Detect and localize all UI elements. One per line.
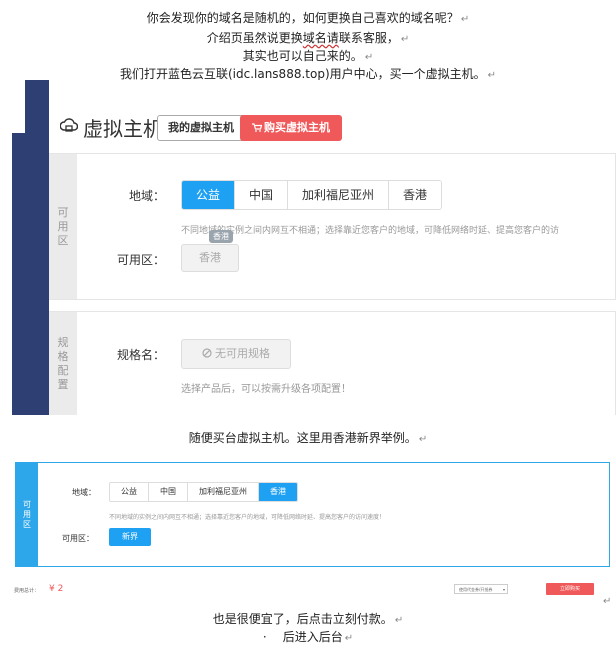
spec-hint: 选择产品后，可以按需升级各项配置！ [181, 384, 351, 395]
caption-1: 随便买台虚拟主机。这里用香港新界举例。 ↵ [188, 431, 428, 445]
region-option[interactable]: 中国 [234, 181, 288, 209]
region-hint: 不同地域的实例之间内网互不相通；选择靠近您客户的地域，可降低网络时延、提高您客户… [109, 514, 386, 521]
paragraph-line-1: 你会发现你的域名是随机的，如何更换自己喜欢的域名呢？ ↵ [146, 11, 470, 25]
region-option[interactable]: 公益 [182, 181, 235, 209]
region-option[interactable]: 加利福尼亚州 [287, 181, 389, 209]
region-option[interactable]: 香港 [388, 181, 442, 209]
caption-2: 也是很便宜了，后点击立刻付款。 ↵ [212, 612, 404, 626]
region-label: 地域： [129, 189, 166, 203]
no-spec-button[interactable]: 无可用规格 [181, 339, 291, 369]
screenshot-zone-selection: 可用区 地域： 公益 中国 加利福尼亚州 香港 不同地域的实例之间内网互不相通；… [15, 462, 610, 567]
zone-button[interactable]: 香港 [181, 244, 239, 272]
region-selector: 公益 中国 加利福尼亚州 香港 [109, 482, 298, 502]
screenshot-virtual-host-purchase: 虚拟主机 我的虚拟主机 购买虚拟主机 可用区 地域： 公益 中国 加利福尼亚州 … [12, 80, 616, 415]
caption-3: · 后进入后台 ↵ [262, 630, 354, 644]
zone-panel: 可用区 地域： 公益 中国 加利福尼亚州 香港 不同地域的实例之间内网互不相通；… [49, 153, 616, 300]
cart-icon [252, 123, 263, 132]
ban-icon [202, 348, 212, 358]
region-hint: 不同地域的实例之间内网互不相通；选择靠近您客户的地域，可降低网络时延、提高您客户… [181, 226, 560, 236]
sidebar-strip [12, 133, 25, 415]
main-content: 虚拟主机 我的虚拟主机 购买虚拟主机 可用区 地域： 公益 中国 加利福尼亚州 … [49, 80, 616, 415]
chevron-down-icon: ▾ [502, 587, 505, 592]
paragraph-line-2: 介绍页虽然说更换域名请联系客服， ↵ [206, 31, 410, 45]
region-option[interactable]: 公益 [110, 483, 148, 501]
region-option[interactable]: 加利福尼亚州 [187, 483, 258, 501]
total-label: 费用总计： [14, 588, 40, 594]
voucher-select[interactable]: 使用代金券/开抵券 ▾ [454, 584, 508, 594]
zone-button[interactable]: 新界 [109, 528, 151, 546]
spec-panel: 规格配置 规格名： 无可用规格 选择产品后，可以按需升级各项配置！ [49, 311, 616, 415]
cloud-host-icon [60, 118, 78, 132]
zone-label: 可用区： [62, 534, 94, 543]
spec-tab: 规格配置 [49, 312, 77, 415]
spec-label: 规格名： [117, 348, 166, 362]
pay-button[interactable]: 立即购买 [546, 583, 594, 595]
region-label: 地域： [72, 488, 96, 497]
my-hosts-button[interactable]: 我的虚拟主机 [157, 115, 245, 141]
tooltip: 香港 [209, 230, 233, 243]
screenshot-checkout: 费用总计： ¥ 2 使用代金券/开抵券 ▾ 立即购买 [12, 575, 608, 605]
total-price: ¥ 2 [49, 584, 64, 594]
buy-host-button[interactable]: 购买虚拟主机 [240, 115, 342, 141]
region-option[interactable]: 中国 [148, 483, 187, 501]
sidebar [25, 80, 49, 415]
paragraph-mark: ↵ [603, 596, 612, 607]
page-title: 虚拟主机 [83, 117, 163, 141]
region-option[interactable]: 香港 [258, 483, 297, 501]
zone-label: 可用区： [117, 253, 166, 267]
paragraph-line-3: 其实也可以自己来的。 ↵ [242, 49, 374, 63]
zone-tab: 可用区 [16, 463, 38, 566]
spellcheck-underline: 域名请 [302, 31, 339, 45]
region-selector: 公益 中国 加利福尼亚州 香港 [181, 180, 443, 210]
zone-tab: 可用区 [49, 154, 77, 299]
